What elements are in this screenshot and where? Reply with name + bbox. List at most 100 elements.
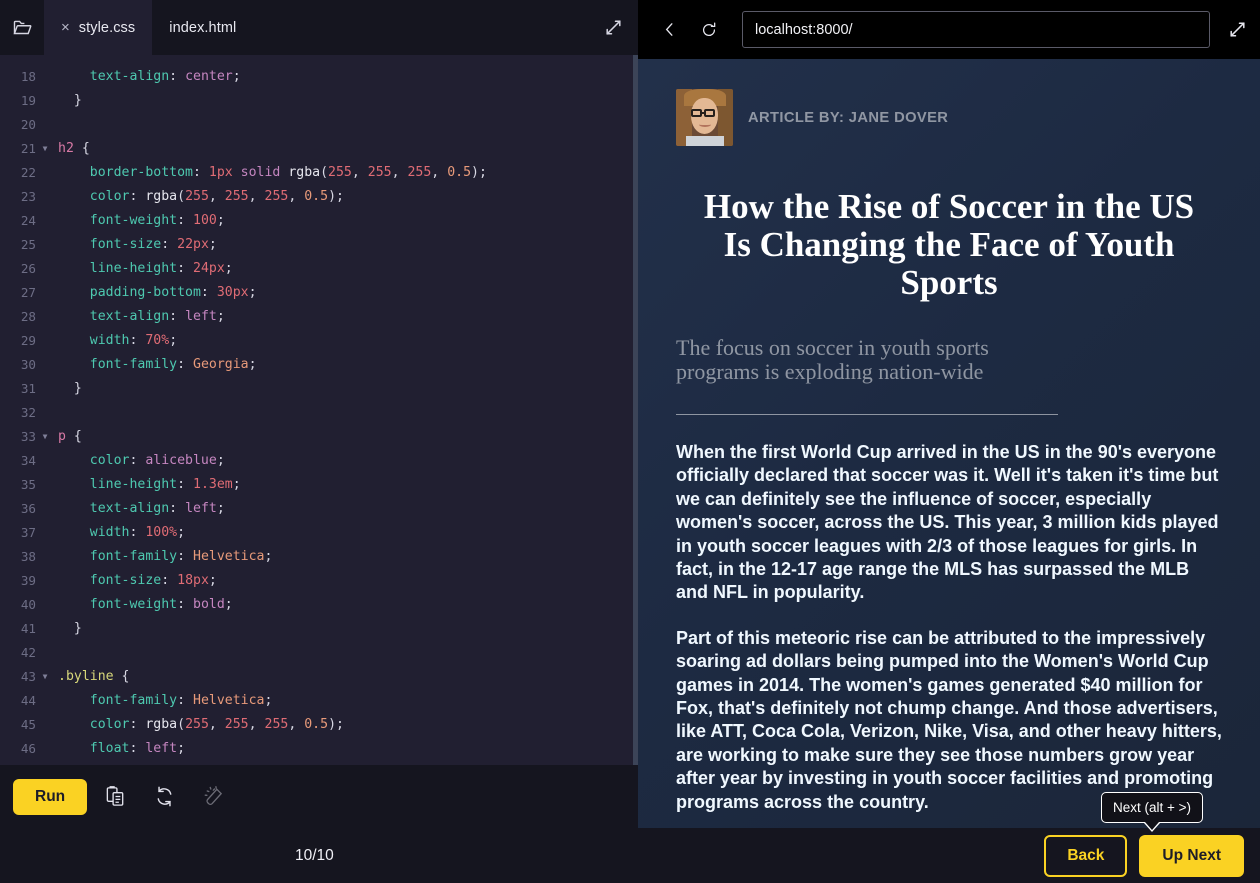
code-text: color: rgba(255, 255, 255, 0.5); [89, 717, 344, 732]
code-line: 35 line-height: 1.3em; [0, 473, 638, 497]
code-line: 24 font-weight: 100; [0, 209, 638, 233]
code-line: 38 font-family: Helvetica; [0, 545, 638, 569]
code-editor-surface[interactable]: 18 text-align: center; 19 } 20 21 ▼ h2 {22 bo… [0, 55, 638, 765]
line-number: 33 [20, 429, 36, 444]
fold-triangle-icon[interactable]: ▼ [38, 665, 52, 689]
line-number: 24 [20, 213, 36, 228]
code-line: 46 float: left; [0, 737, 638, 761]
code-line: 30 font-family: Georgia; [0, 353, 638, 377]
line-number: 39 [20, 573, 36, 588]
code-lines: 18 text-align: center; 19 } 20 21 ▼ h2 {22 bo… [0, 65, 638, 761]
run-button[interactable]: Run [13, 778, 88, 815]
code-line: 23 color: rgba(255, 255, 255, 0.5); [0, 185, 638, 209]
editor-tab-label: style.css [78, 19, 136, 36]
article-subhead: The focus on soccer in youth sports prog… [676, 336, 1059, 415]
page-counter: 10/10 [295, 846, 334, 864]
editor-tab-strip: × style.css index.html [0, 0, 638, 55]
up-next-button[interactable]: Up Next [1139, 834, 1244, 877]
code-line: 27 padding-bottom: 30px; [0, 281, 638, 305]
code-text: font-weight: 100; [89, 213, 225, 228]
article-paragraph: Part of this meteoric rise can be attrib… [676, 627, 1222, 812]
code-line: 22 border-bottom: 1px solid rgba(255, 25… [0, 161, 638, 185]
line-number: 27 [20, 285, 36, 300]
editor-tab-style-css[interactable]: × style.css [44, 0, 153, 55]
code-line: 34 color: aliceblue; [0, 449, 638, 473]
code-line: 36 text-align: left; [0, 497, 638, 521]
bottom-navigation-bar: 10/10 Back Up Next Next (alt + >) [0, 792, 1260, 883]
line-number: 38 [20, 549, 36, 564]
code-line: 18 text-align: center; [0, 65, 638, 89]
code-line: 31 } [0, 377, 638, 401]
line-number: 23 [20, 189, 36, 204]
line-number: 30 [20, 357, 36, 372]
code-line: 29 width: 70%; [0, 329, 638, 353]
line-number: 34 [20, 453, 36, 468]
chevron-left-icon[interactable] [652, 13, 686, 47]
code-line: 45 color: rgba(255, 255, 255, 0.5); [0, 713, 638, 737]
code-line: 19 } [0, 89, 638, 113]
line-number: 19 [20, 93, 36, 108]
code-text: font-family: Helvetica; [89, 693, 273, 708]
reset-refresh-icon[interactable] [143, 777, 185, 817]
editor-toolbar: Run [0, 765, 638, 828]
code-line: 41 } [0, 617, 638, 641]
line-number: 18 [20, 69, 36, 84]
clipboard-copy-icon[interactable] [94, 777, 136, 817]
code-text: width: 70%; [89, 333, 178, 348]
clear-format-icon[interactable] [192, 777, 234, 817]
code-text: text-align: center; [89, 69, 241, 84]
code-line: 37 width: 100%; [0, 521, 638, 545]
line-number: 26 [20, 261, 36, 276]
code-line: 40 font-weight: bold; [0, 593, 638, 617]
browser-chrome: localhost:8000/ [638, 0, 1260, 59]
code-text: font-size: 22px; [89, 237, 217, 252]
line-number: 37 [20, 525, 36, 540]
code-text: line-height: 24px; [89, 261, 233, 276]
code-line: 39 font-size: 18px; [0, 569, 638, 593]
line-number: 31 [20, 381, 36, 396]
line-number: 29 [20, 333, 36, 348]
code-line: 33 ▼ p { [0, 425, 638, 449]
code-text: width: 100%; [89, 525, 186, 540]
fold-triangle-icon[interactable]: ▼ [38, 425, 52, 449]
line-number: 41 [20, 621, 36, 636]
code-text: float: left; [89, 741, 186, 756]
byline: ARTICLE BY: JANE DOVER [676, 89, 1222, 146]
line-number: 40 [20, 597, 36, 612]
browser-preview-pane: localhost:8000/ ARTICLE BY: JANE DOVER H… [638, 0, 1260, 828]
close-icon[interactable]: × [61, 20, 70, 35]
line-number: 20 [20, 117, 36, 132]
code-line: 26 line-height: 24px; [0, 257, 638, 281]
code-line: 28 text-align: left; [0, 305, 638, 329]
code-line: 20 [0, 113, 638, 137]
code-text: font-weight: bold; [89, 597, 233, 612]
ide-window: × style.css index.html 18 text-align: ce… [0, 0, 1260, 883]
code-text: line-height: 1.3em; [89, 477, 241, 492]
article-content: ARTICLE BY: JANE DOVER How the Rise of S… [638, 59, 1260, 828]
code-text: border-bottom: 1px solid rgba(255, 255, … [89, 165, 487, 180]
line-number: 28 [20, 309, 36, 324]
code-text: } [58, 93, 82, 108]
code-line: 32 [0, 401, 638, 425]
editor-tab-index-html[interactable]: index.html [152, 0, 253, 55]
code-text: p { [58, 429, 82, 444]
code-text: h2 { [58, 141, 90, 156]
folder-icon[interactable] [0, 0, 44, 55]
line-number: 43 [20, 669, 36, 684]
reload-icon[interactable] [692, 13, 726, 47]
expand-diagonal-icon[interactable] [1222, 13, 1252, 47]
avatar [676, 89, 733, 146]
page-title: How the Rise of Soccer in the US Is Chan… [703, 187, 1195, 302]
line-number: 45 [20, 717, 36, 732]
rendered-page-viewport[interactable]: ARTICLE BY: JANE DOVER How the Rise of S… [638, 59, 1260, 828]
editor-tab-label: index.html [169, 19, 237, 36]
code-text: font-size: 18px; [89, 573, 217, 588]
expand-diagonal-icon[interactable] [600, 15, 626, 41]
code-line: 21 ▼ h2 { [0, 137, 638, 161]
url-input[interactable]: localhost:8000/ [742, 11, 1210, 48]
line-number: 22 [20, 165, 36, 180]
code-line: 44 font-family: Helvetica; [0, 689, 638, 713]
code-line: 43 ▼ .byline { [0, 665, 638, 689]
back-button[interactable]: Back [1044, 834, 1128, 877]
fold-triangle-icon[interactable]: ▼ [38, 137, 52, 161]
